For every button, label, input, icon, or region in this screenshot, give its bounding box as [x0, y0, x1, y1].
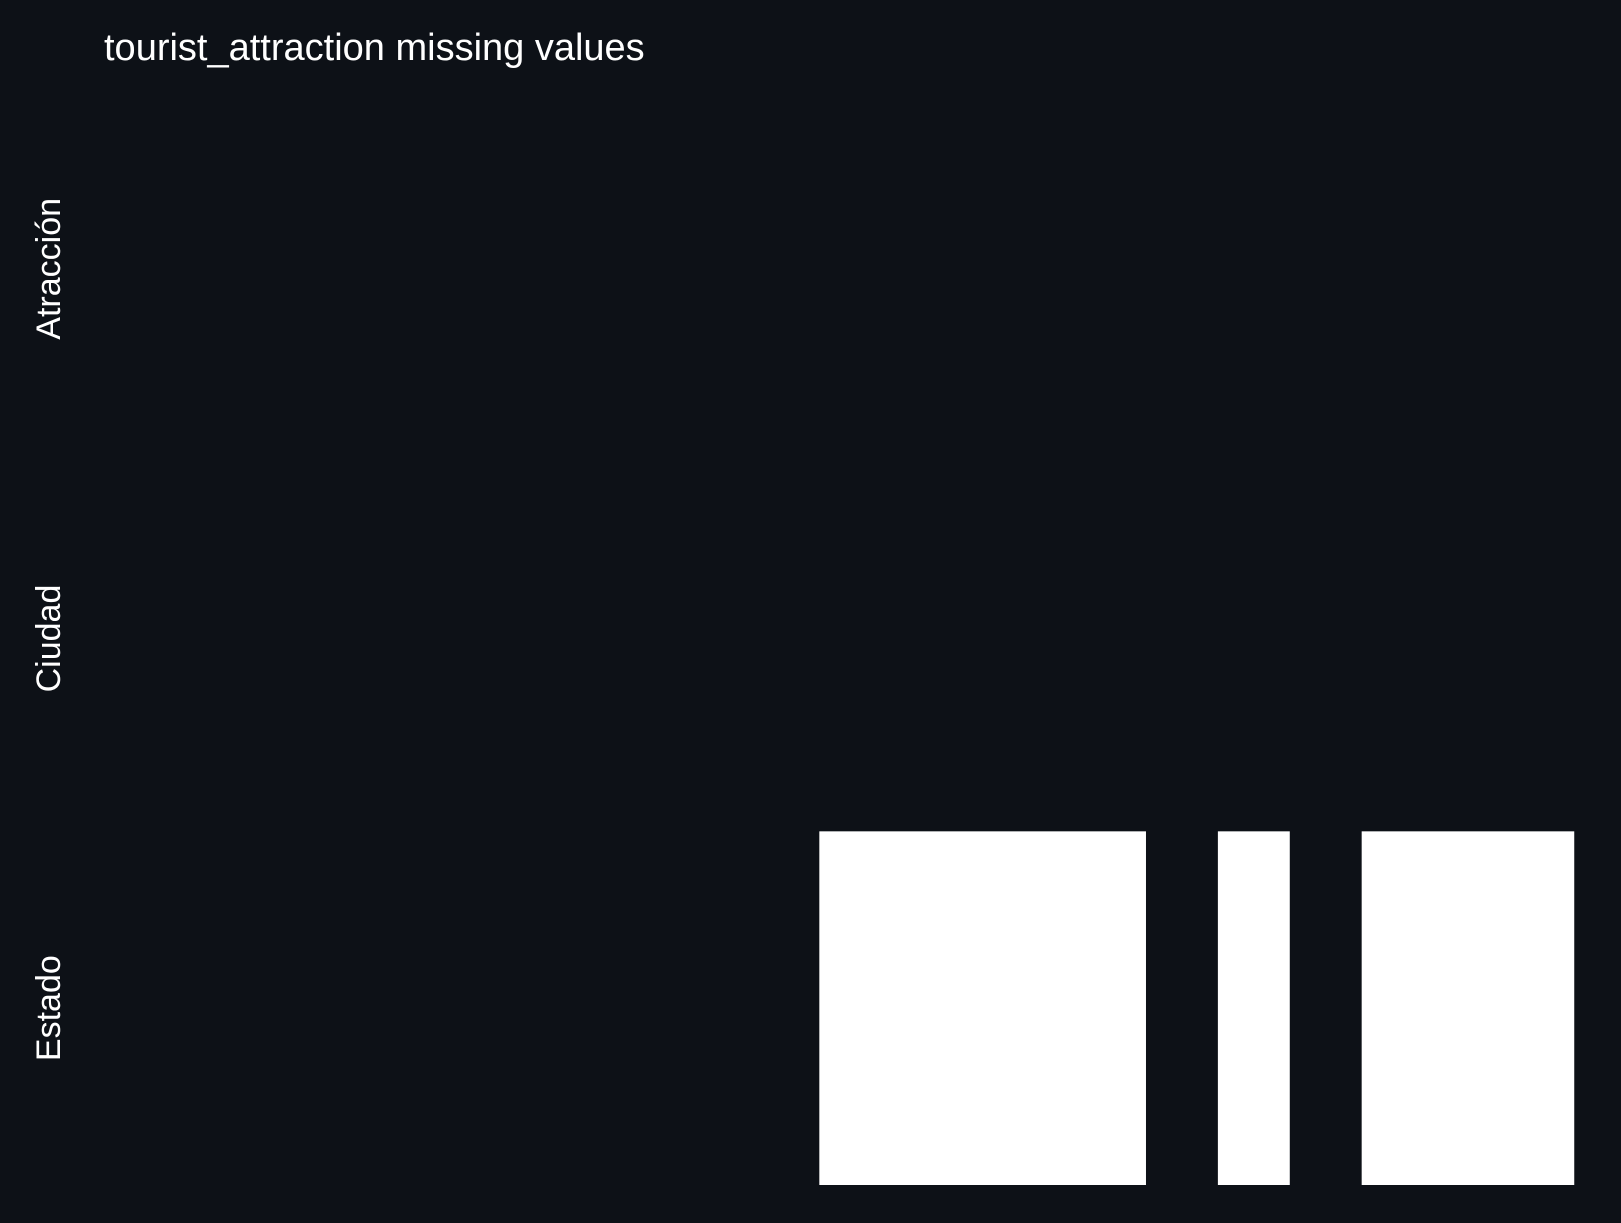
row-label: Ciudad [30, 585, 68, 693]
missing-values-chart: tourist_attraction missing values Atracc… [0, 0, 1621, 1223]
missing-cell [1361, 831, 1575, 1185]
row-label: Estado [30, 955, 68, 1061]
missing-cell [1217, 831, 1290, 1185]
chart-title: tourist_attraction missing values [104, 27, 645, 69]
missing-cell [819, 831, 1146, 1185]
row-label: Atracción [30, 198, 68, 340]
